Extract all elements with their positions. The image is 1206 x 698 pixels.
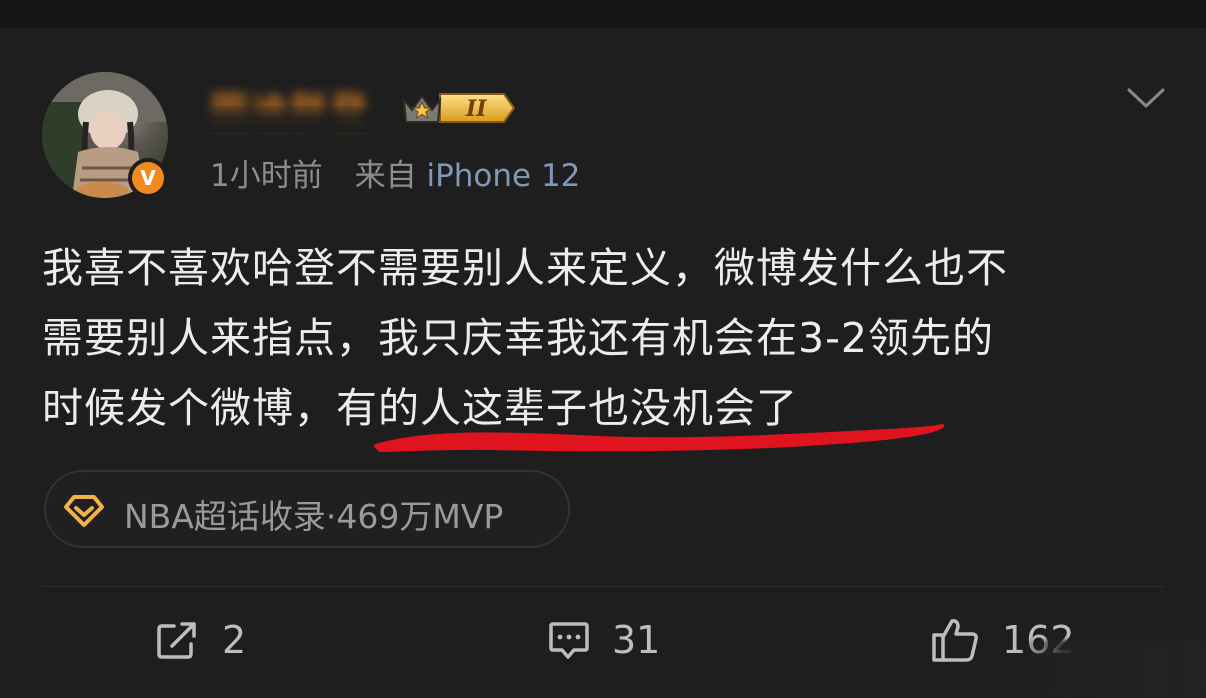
comment-icon	[549, 622, 589, 659]
comment-count: 31	[612, 618, 661, 662]
weibo-post-card: V 圆迪胖登 II 1小时前 来自 iPhone 12	[0, 0, 1206, 698]
chevron-down-icon[interactable]	[1126, 86, 1166, 110]
verified-v-icon: V	[132, 162, 164, 194]
crown-level-badge-icon[interactable]: II	[400, 88, 518, 128]
divider	[42, 586, 1164, 587]
verified-badge: V	[128, 158, 168, 198]
level-badge-text: II	[465, 96, 487, 122]
topic-chip[interactable]: NBA超话收录·469万MVP	[44, 470, 570, 548]
post-body-line: 我喜不喜欢哈登不需要别人来定义，微博发什么也不	[42, 244, 1008, 292]
post-body-line: 时候发个微博，	[42, 384, 336, 432]
comment-button[interactable]: 31	[548, 612, 660, 668]
post-source-label: 来自	[354, 158, 417, 194]
share-button[interactable]: 2	[156, 612, 246, 668]
watermark-overlay	[1018, 640, 1206, 698]
username-blur-mask	[205, 106, 395, 132]
share-count: 2	[222, 618, 247, 662]
topic-label: NBA超话收录·469万MVP	[124, 497, 504, 536]
post-body-line: 需要别人来指点，我只庆幸我还有机会在3-2领先的	[42, 314, 994, 362]
diamond-icon	[64, 495, 104, 527]
post-time: 1小时前	[210, 158, 323, 194]
post-meta: 1小时前 来自 iPhone 12	[210, 150, 580, 195]
share-icon	[157, 622, 196, 659]
post-device[interactable]: iPhone 12	[426, 158, 580, 194]
top-strip	[0, 0, 1206, 28]
red-underline-annotation	[370, 416, 950, 460]
thumbs-up-icon	[932, 619, 978, 662]
post-body: 我喜不喜欢哈登不需要别人来定义，微博发什么也不 需要别人来指点，我只庆幸我还有机…	[42, 233, 1162, 443]
